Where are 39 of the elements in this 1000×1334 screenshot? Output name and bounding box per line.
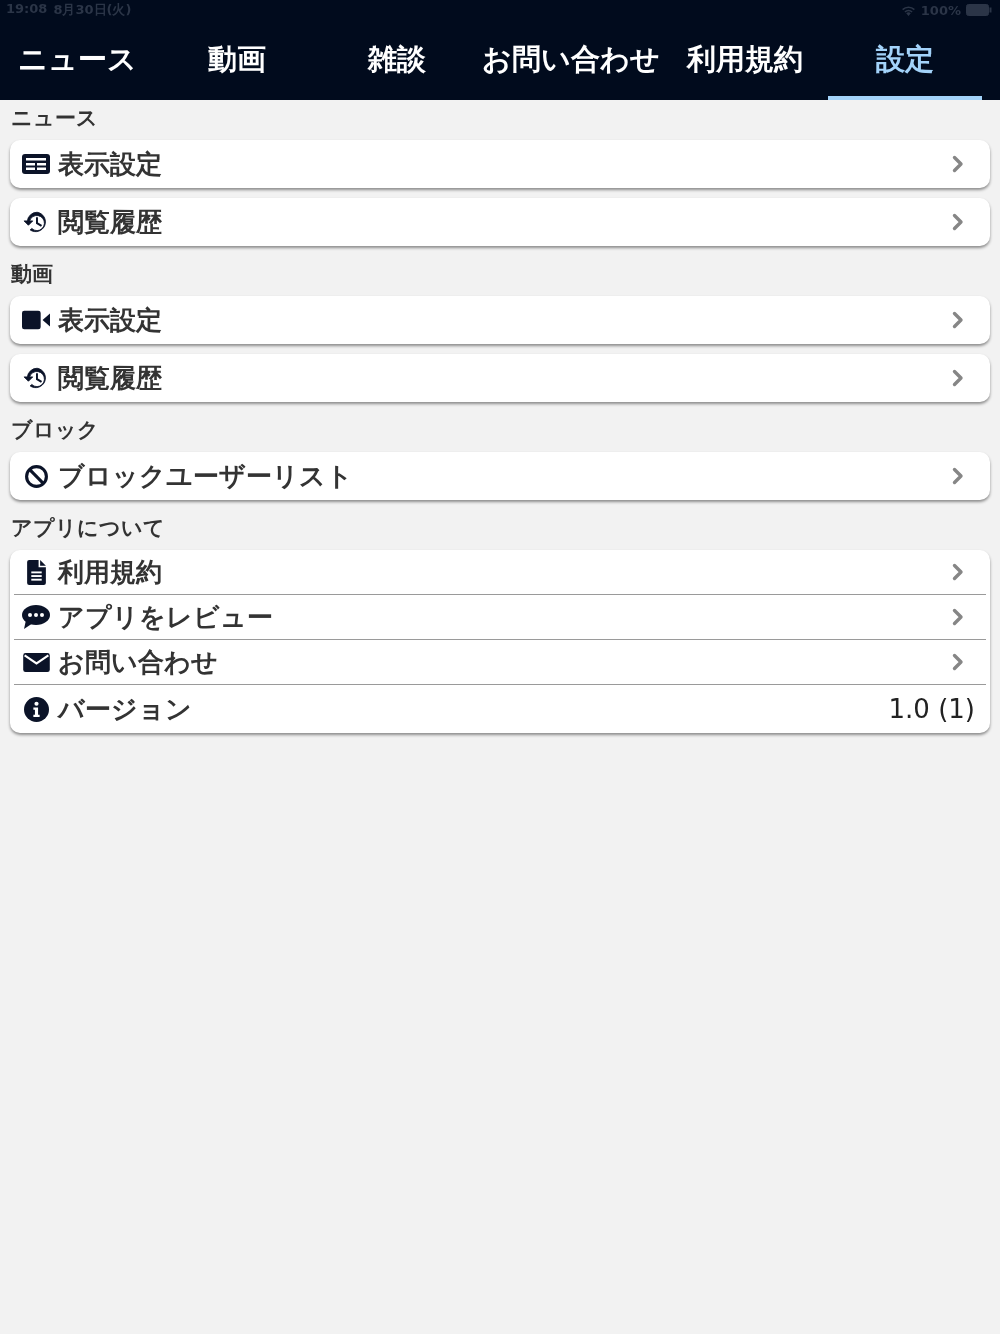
ban-icon [23, 463, 49, 489]
battery-icon [966, 4, 992, 16]
nav-tab[interactable]: 利用規約 [668, 20, 822, 100]
history-icon [23, 209, 49, 235]
section-header: ブロック [11, 417, 99, 444]
nav-tab[interactable]: 雑談 [320, 20, 474, 100]
item-label: バージョン [58, 692, 193, 726]
menu-item[interactable]: 利用規約 [14, 550, 986, 595]
chevron-icon [952, 155, 964, 173]
nav-tab[interactable]: ニュース [0, 20, 154, 100]
menu-item[interactable]: ブロックユーザーリスト [10, 452, 990, 500]
nav-tab[interactable]: 設定 [828, 20, 982, 100]
wifi-icon [900, 4, 916, 16]
chat-bubble-icon [22, 605, 50, 629]
info-icon [23, 696, 49, 722]
menu-item[interactable]: お問い合わせ [14, 640, 986, 685]
menu-item[interactable]: アプリをレビュー [14, 595, 986, 640]
video-camera-icon [22, 310, 50, 330]
version-value: 1.0 (1) [888, 694, 975, 724]
history-icon [23, 365, 49, 391]
nav-tab[interactable]: お問い合わせ [480, 20, 662, 100]
menu-item[interactable]: 閲覧履歴 [10, 354, 990, 402]
section-header: アプリについて [11, 515, 165, 542]
section-header: ニュース [11, 105, 98, 132]
chevron-icon [952, 653, 964, 671]
menu-item[interactable]: 表示設定 [10, 296, 990, 344]
section-header: 動画 [11, 261, 53, 288]
chevron-icon [952, 467, 964, 485]
menu-item[interactable]: 閲覧履歴 [10, 198, 990, 246]
chevron-icon [952, 563, 964, 581]
menu-item[interactable]: 表示設定 [10, 140, 990, 188]
chevron-icon [952, 369, 964, 387]
chevron-icon [952, 311, 964, 329]
newspaper-icon [22, 154, 50, 174]
envelope-icon [22, 652, 50, 672]
nav-tab[interactable]: 動画 [160, 20, 314, 100]
document-icon [26, 559, 46, 585]
chevron-icon [952, 213, 964, 231]
chevron-icon [952, 608, 964, 626]
